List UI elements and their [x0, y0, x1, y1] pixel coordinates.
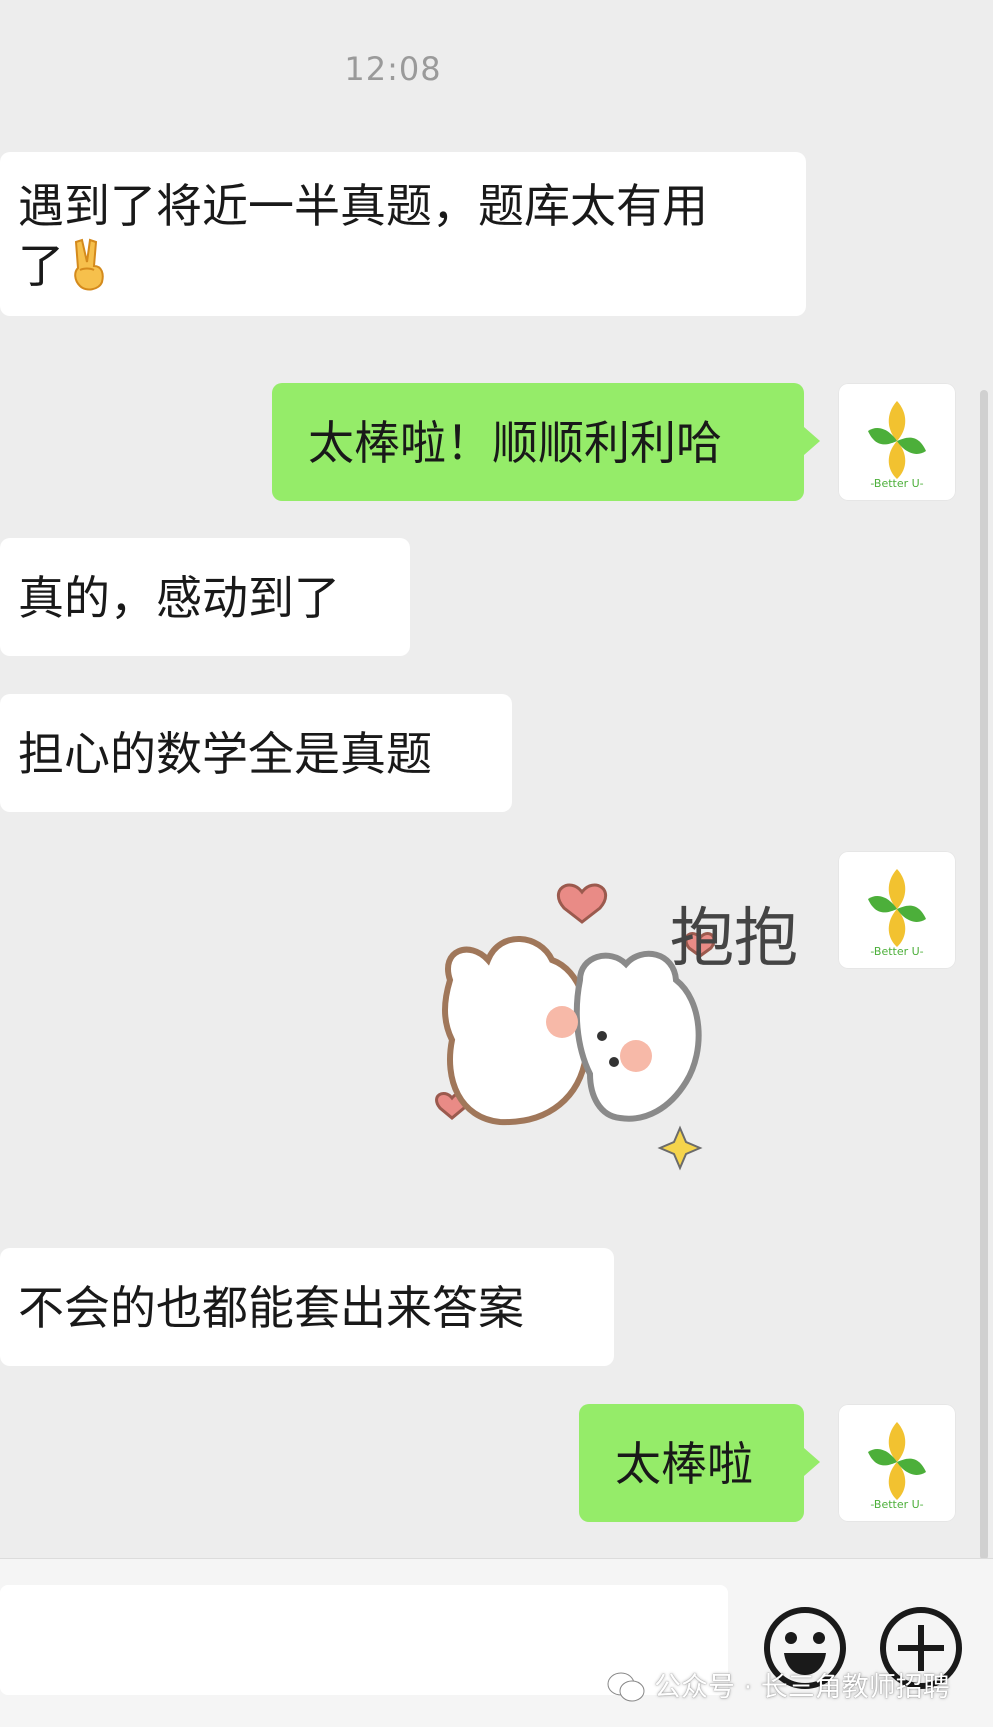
watermark-text: 公众号 · 长三角教师招聘 [654, 1672, 950, 1703]
svg-text:抱抱: 抱抱 [670, 902, 798, 976]
better-u-logo-icon: -Better U- [868, 869, 926, 958]
hug-sticker[interactable]: 抱抱 [430, 860, 830, 1180]
message-timestamp: 12:08 [344, 50, 442, 88]
chat-area[interactable]: 12:08 遇到了将近一半真题，题库太有用 了 太棒啦！顺顺利利哈 -Bette… [0, 0, 993, 1560]
avatar-self[interactable]: -Better U- [838, 1404, 956, 1522]
message-text: 太棒啦 [615, 1437, 753, 1491]
watermark: 公众号 · 长三角教师招聘 [606, 1666, 950, 1710]
message-bubble-incoming[interactable]: 不会的也都能套出来答案 [0, 1248, 614, 1366]
message-text: 太棒啦！顺顺利利哈 [308, 416, 722, 470]
victory-hand-emoji-icon [74, 238, 104, 291]
svg-text:-Better U-: -Better U- [870, 1498, 923, 1511]
better-u-logo-icon: -Better U- [868, 1422, 926, 1511]
message-bubble-incoming[interactable]: 遇到了将近一半真题，题库太有用 了 [0, 152, 806, 316]
message-text: 担心的数学全是真题 [18, 727, 432, 781]
avatar-self[interactable]: -Better U- [838, 851, 956, 969]
message-bubble-outgoing[interactable]: 太棒啦 [579, 1404, 820, 1522]
chat-scrollbar[interactable] [980, 390, 988, 1560]
wechat-icon [607, 1672, 645, 1702]
hug-sticker-image: 抱抱 [435, 883, 798, 1171]
message-bubble-incoming[interactable]: 担心的数学全是真题 [0, 694, 512, 812]
message-text: 真的，感动到了 [18, 571, 340, 625]
better-u-logo-icon: -Better U- [868, 401, 926, 490]
avatar-self[interactable]: -Better U- [838, 383, 956, 501]
message-text-line2: 了 [18, 236, 786, 296]
svg-text:-Better U-: -Better U- [870, 477, 923, 490]
message-text-line1: 遇到了将近一半真题，题库太有用 [18, 179, 708, 233]
message-bubble-outgoing[interactable]: 太棒啦！顺顺利利哈 [272, 383, 820, 501]
message-bubble-incoming[interactable]: 真的，感动到了 [0, 538, 410, 656]
svg-text:-Better U-: -Better U- [870, 945, 923, 958]
message-text: 不会的也都能套出来答案 [18, 1281, 524, 1335]
